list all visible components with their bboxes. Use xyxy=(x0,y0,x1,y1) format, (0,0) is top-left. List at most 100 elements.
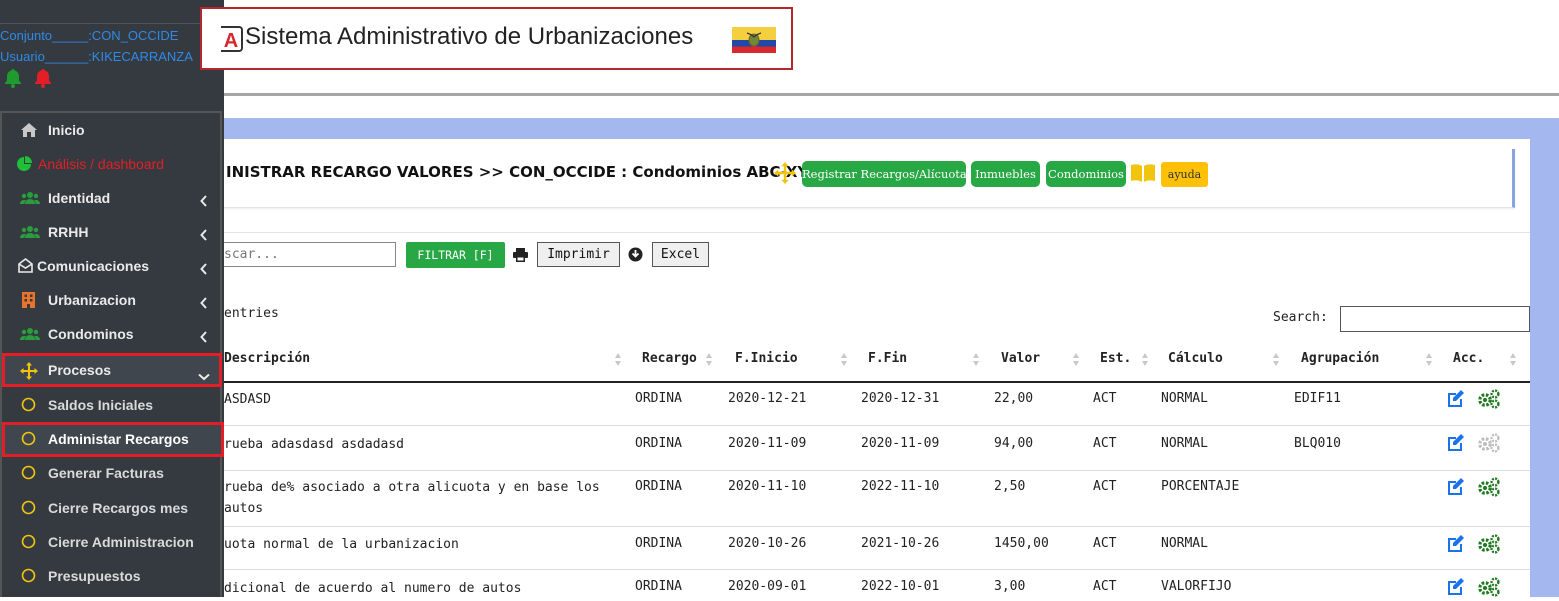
sidebar-item-label: Condominos xyxy=(48,326,134,342)
column-header-recargo[interactable]: Recargo xyxy=(642,351,697,366)
sidebar-item-label: Comunicaciones xyxy=(37,258,150,274)
circle-icon xyxy=(21,534,36,553)
users-icon xyxy=(20,190,40,209)
cell-descripcion: ASDASD xyxy=(224,392,271,407)
sort-icon[interactable] xyxy=(1073,353,1079,367)
users-icon xyxy=(20,224,40,243)
column-header-f-inicio[interactable]: F.Inicio xyxy=(735,351,798,366)
sidebar-item-cierre-administracion[interactable]: Cierre Administracion xyxy=(2,525,226,559)
cell-f-fin: 2020-12-31 xyxy=(861,391,940,406)
sidebar-item-presupuestos[interactable]: Presupuestos xyxy=(2,559,226,593)
sidebar-item-analisis-dashboard[interactable]: Análisis / dashboard xyxy=(2,147,226,181)
sort-icon[interactable] xyxy=(1273,353,1279,367)
column-header-agrupacion[interactable]: Agrupación xyxy=(1301,351,1379,366)
cell-est: ACT xyxy=(1093,579,1117,594)
column-header-est[interactable]: Est. xyxy=(1100,351,1131,366)
sidebar-item-rrhh[interactable]: RRHH xyxy=(2,215,226,249)
app-title: Sistema Administrativo de Urbanizaciones xyxy=(245,23,694,50)
arrows-move-icon xyxy=(774,162,796,188)
circle-icon xyxy=(21,465,36,484)
cell-f-inicio: 2020-12-21 xyxy=(728,391,807,406)
column-header-f-fin[interactable]: F.Fin xyxy=(868,351,907,366)
sidebar-item-condominos[interactable]: Condominos xyxy=(2,317,226,351)
gears-icon[interactable] xyxy=(1477,534,1501,558)
circle-icon xyxy=(21,431,36,450)
cell-recargo: ORDINA xyxy=(635,579,682,594)
sort-icon[interactable] xyxy=(1142,353,1148,367)
cell-calculo: PORCENTAJE xyxy=(1161,479,1240,494)
sidebar-item-label: Análisis / dashboard xyxy=(38,156,165,172)
cell-f-inicio: 2020-11-10 xyxy=(728,479,807,494)
sidebar-item-administar-recargos[interactable]: Administar Recargos xyxy=(2,422,224,457)
cell-valor: 2,50 xyxy=(994,479,1026,494)
sort-icon[interactable] xyxy=(973,353,979,367)
sidebar-item-label: Identidad xyxy=(48,190,111,206)
sidebar-item-comunicaciones[interactable]: Comunicaciones xyxy=(2,249,226,283)
edit-icon[interactable] xyxy=(1446,434,1465,456)
column-header-valor[interactable]: Valor xyxy=(1001,351,1040,366)
gears-icon[interactable] xyxy=(1477,577,1501,601)
sidebar-item-generar-facturas[interactable]: Generar Facturas xyxy=(2,456,226,490)
sidebar-item-urbanizacion[interactable]: Urbanizacion xyxy=(2,283,226,317)
search-input[interactable]: scar... xyxy=(224,242,396,267)
sort-icon[interactable] xyxy=(615,353,621,367)
excel-button[interactable]: Excel xyxy=(652,242,709,267)
table-search-label: Search: xyxy=(1273,310,1328,325)
ayuda-button[interactable]: ayuda xyxy=(1161,162,1208,187)
cell-descripcion: dicional de acuerdo al numero de autos xyxy=(224,581,522,596)
sidebar-item-label: Administar Recargos xyxy=(48,431,189,447)
sidebar-item-procesos[interactable]: Procesos xyxy=(2,353,222,387)
condominios-button[interactable]: Condominios xyxy=(1046,161,1126,187)
sidebar-divider xyxy=(0,23,224,24)
cell-f-fin: 2021-10-26 xyxy=(861,536,940,551)
table-search-input[interactable] xyxy=(1340,306,1530,332)
edit-icon[interactable] xyxy=(1446,390,1465,412)
column-header-descripcion[interactable]: Descripción xyxy=(224,351,310,366)
table-row: uota normal de la urbanizacion ORDINA 20… xyxy=(224,527,1530,570)
book-open-icon xyxy=(1130,163,1156,187)
circle-icon xyxy=(21,568,36,587)
sort-icon[interactable] xyxy=(841,353,847,367)
sort-icon[interactable] xyxy=(1510,353,1516,367)
sort-icon[interactable] xyxy=(1426,353,1432,367)
home-icon xyxy=(20,122,38,142)
cell-recargo: ORDINA xyxy=(635,391,682,406)
column-header-calculo[interactable]: Cálculo xyxy=(1168,351,1223,366)
column-header-acc: Acc. xyxy=(1453,351,1485,366)
circle-icon xyxy=(21,397,36,416)
bell-icon[interactable] xyxy=(33,68,53,92)
filtrar-button[interactable]: FILTRAR [F] xyxy=(406,242,505,268)
usuario-label: Usuario______:KIKECARRANZA xyxy=(0,49,193,64)
sidebar-item-label: Inicio xyxy=(48,122,85,138)
imprimir-button[interactable]: Imprimir xyxy=(537,242,620,267)
sidebar-item-identidad[interactable]: Identidad xyxy=(2,181,226,215)
table-row: ASDASD ORDINA 2020-12-21 2020-12-31 22,0… xyxy=(224,381,1530,426)
registrar-recargos-button[interactable]: Registrar Recargos/Alícuotas xyxy=(802,161,973,187)
edit-icon[interactable] xyxy=(1446,535,1465,557)
sort-icon[interactable] xyxy=(706,353,712,367)
app-logo: A xyxy=(221,26,243,52)
sidebar-item-inicio[interactable]: Inicio xyxy=(2,113,226,147)
sidebar: Conjunto_____:CON_OCCIDE Usuario______:K… xyxy=(0,0,224,597)
chevron-left-icon xyxy=(200,192,208,211)
cell-agrupacion: BLQ010 xyxy=(1294,436,1341,451)
inmuebles-button[interactable]: Inmuebles xyxy=(971,161,1040,187)
bell-icon[interactable] xyxy=(3,68,23,92)
cell-f-fin: 2022-10-01 xyxy=(861,579,940,594)
print-icon[interactable] xyxy=(513,247,528,266)
sidebar-item-label: Cierre Administracion xyxy=(48,534,194,550)
sidebar-item-saldos-iniciales[interactable]: Saldos Iniciales xyxy=(2,388,226,422)
sidebar-item-cierre-recargos-mes[interactable]: Cierre Recargos mes xyxy=(2,491,226,525)
cell-f-inicio: 2020-09-01 xyxy=(728,579,807,594)
cell-descripcion: rueba adasdasd asdadasd xyxy=(224,437,405,452)
cell-calculo: VALORFIJO xyxy=(1161,579,1232,594)
cell-recargo: ORDINA xyxy=(635,479,682,494)
gears-icon[interactable] xyxy=(1477,389,1501,413)
edit-icon[interactable] xyxy=(1446,478,1465,500)
building-icon xyxy=(22,292,35,312)
cell-valor: 1450,00 xyxy=(994,536,1049,551)
pie-chart-icon xyxy=(16,156,32,176)
gears-icon[interactable] xyxy=(1477,477,1501,501)
download-icon[interactable] xyxy=(628,247,643,266)
sidebar-item-label: Cierre Recargos mes xyxy=(48,500,189,516)
